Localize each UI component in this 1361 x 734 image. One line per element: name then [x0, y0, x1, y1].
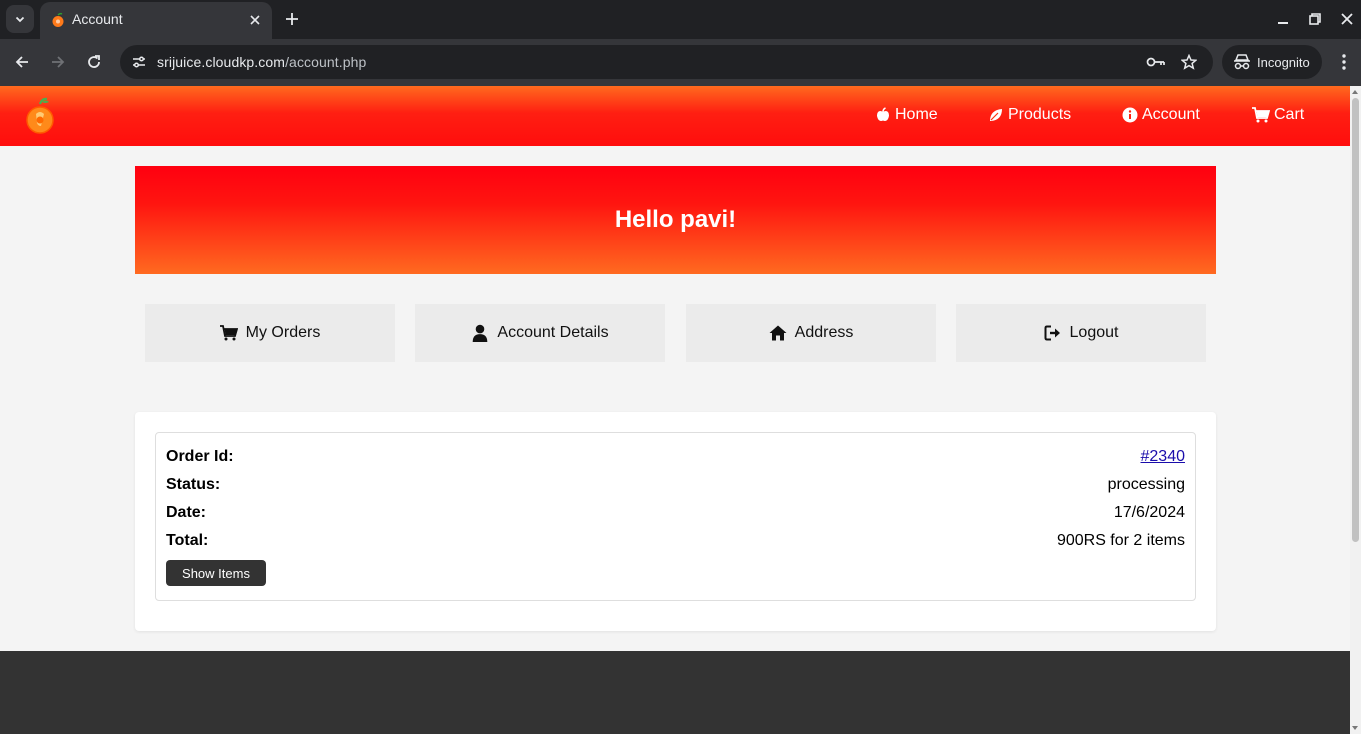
account-details-label: Account Details: [497, 324, 609, 341]
nav-cart-link[interactable]: Cart: [1252, 106, 1304, 124]
my-orders-label: My Orders: [245, 324, 321, 341]
browser-tab-active[interactable]: Account: [40, 2, 272, 39]
site-info-button[interactable]: [128, 51, 150, 73]
address-label: Address: [794, 324, 854, 341]
tab-search-button[interactable]: [6, 5, 34, 33]
browser-toolbar: srijuice.cloudkp.com/account.php Incogni…: [0, 39, 1361, 86]
nav-home-label: Home: [895, 106, 938, 123]
orange-logo-icon[interactable]: [24, 96, 56, 136]
nav-account-link[interactable]: Account: [1122, 106, 1200, 124]
incognito-indicator[interactable]: Incognito: [1222, 45, 1322, 79]
orange-favicon-icon: [52, 12, 64, 27]
scroll-down-arrow-icon[interactable]: [1352, 726, 1358, 730]
key-icon: [1146, 57, 1165, 67]
nav-account-label: Account: [1142, 106, 1200, 123]
order-card: Order Id: #2340 Status: processing Date:…: [155, 432, 1196, 601]
logout-button[interactable]: Logout: [956, 304, 1206, 362]
minimize-button[interactable]: [1274, 10, 1292, 28]
tune-icon: [133, 56, 145, 68]
site-header: Home Products Account Cart: [0, 86, 1350, 146]
orders-panel: Order Id: #2340 Status: processing Date:…: [135, 412, 1216, 631]
chevron-down-icon: [15, 16, 25, 23]
minimize-icon: [1278, 22, 1288, 24]
order-id-link[interactable]: #2340: [1141, 448, 1186, 466]
order-status-value: processing: [1107, 476, 1185, 493]
arrow-right-icon: [52, 56, 65, 68]
logout-icon: [1044, 325, 1060, 341]
new-tab-button[interactable]: [282, 9, 302, 29]
order-id-label: Order Id:: [166, 448, 234, 465]
close-icon: [250, 15, 260, 25]
account-details-button[interactable]: Account Details: [415, 304, 665, 362]
incognito-label: Incognito: [1257, 55, 1310, 70]
page-scrollbar[interactable]: [1350, 86, 1361, 734]
browser-menu-button[interactable]: [1334, 51, 1354, 73]
page-viewport: Home Products Account Cart Hello pavi! M…: [0, 86, 1350, 734]
apple-icon: [877, 107, 889, 121]
order-date-value: 17/6/2024: [1113, 504, 1185, 521]
restore-button[interactable]: [1306, 10, 1324, 28]
close-window-button[interactable]: [1338, 10, 1356, 28]
greeting-banner: Hello pavi!: [135, 166, 1216, 274]
star-icon: [1181, 54, 1197, 70]
tab-title: Account: [72, 11, 123, 27]
password-key-button[interactable]: [1146, 52, 1166, 72]
browser-tab-strip: Account: [0, 0, 1361, 39]
order-total-value: 900RS for 2 items: [1056, 532, 1185, 549]
nav-products-link[interactable]: Products: [988, 106, 1071, 124]
greeting-heading: Hello pavi!: [614, 206, 737, 233]
nav-products-label: Products: [1008, 106, 1072, 123]
leaf-icon: [990, 109, 1002, 121]
nav-cart-label: Cart: [1274, 106, 1305, 123]
close-icon: [1341, 13, 1353, 25]
address-bar[interactable]: srijuice.cloudkp.com/account.php: [120, 45, 1213, 79]
order-status-label: Status:: [166, 476, 221, 493]
order-id-row: Order Id: #2340: [166, 448, 1185, 468]
cart-icon: [219, 325, 238, 341]
show-items-button[interactable]: Show Items: [166, 560, 266, 586]
site-footer: [0, 651, 1350, 734]
cart-icon: [1252, 107, 1270, 123]
logout-label: Logout: [1069, 324, 1119, 341]
incognito-icon: [1234, 54, 1250, 70]
scroll-up-arrow-icon[interactable]: [1352, 90, 1358, 94]
forward-button[interactable]: [47, 51, 69, 73]
reload-icon: [88, 55, 100, 68]
order-status-row: Status: processing: [166, 476, 1185, 496]
plus-icon: [286, 13, 298, 25]
order-date-row: Date: 17/6/2024: [166, 504, 1185, 524]
home-icon: [769, 325, 787, 341]
scrollbar-thumb[interactable]: [1352, 98, 1359, 542]
url-host: srijuice.cloudkp.com: [157, 54, 286, 70]
back-button[interactable]: [11, 51, 33, 73]
more-vertical-icon: [1342, 54, 1346, 70]
address-button[interactable]: Address: [686, 304, 936, 362]
restore-icon: [1309, 13, 1321, 25]
order-date-label: Date:: [166, 504, 207, 521]
my-orders-button[interactable]: My Orders: [145, 304, 395, 362]
arrow-left-icon: [15, 56, 28, 68]
nav-home-link[interactable]: Home: [875, 106, 938, 124]
bookmark-button[interactable]: [1179, 52, 1199, 72]
reload-button[interactable]: [83, 51, 105, 73]
url-path: /account.php: [285, 54, 367, 70]
order-total-label: Total:: [166, 532, 209, 549]
info-icon: [1122, 107, 1138, 123]
order-total-row: Total: 900RS for 2 items: [166, 532, 1185, 552]
url-text: srijuice.cloudkp.com/account.php: [157, 54, 366, 70]
tab-close-button[interactable]: [246, 11, 264, 29]
user-icon: [473, 324, 488, 342]
